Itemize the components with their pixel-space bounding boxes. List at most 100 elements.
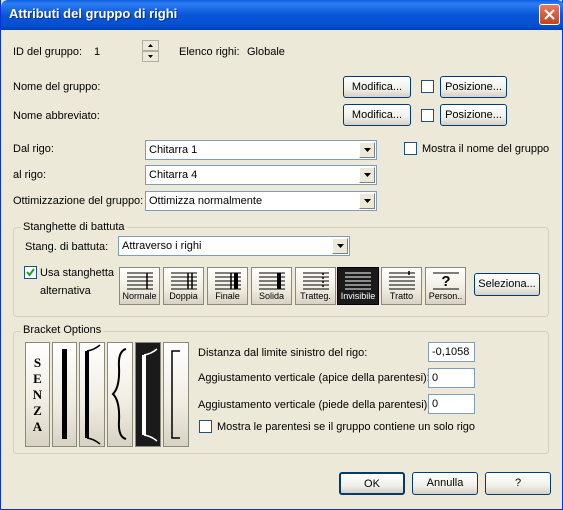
dialog-window: Attributi del gruppo di righi ID del gru… xyxy=(0,0,563,510)
bracket-standard-button[interactable] xyxy=(79,342,105,447)
barline-type-dropdown[interactable]: Attraverso i righi xyxy=(118,236,350,256)
curly-brace-icon xyxy=(111,348,127,440)
chevron-down-icon xyxy=(364,148,371,152)
spin-up-button[interactable] xyxy=(142,40,159,51)
spin-down-icon xyxy=(148,55,153,58)
short-name-position-checkbox[interactable] xyxy=(421,109,434,122)
optimization-label: Ottimizzazione del gruppo: xyxy=(13,195,144,207)
barline-final-button[interactable]: Finale xyxy=(207,267,248,305)
barlines-group-title: Stanghette di battuta xyxy=(21,221,127,233)
barline-solid-button[interactable]: Solida xyxy=(251,267,292,305)
group-name-position-button[interactable]: Posizione... xyxy=(440,76,507,98)
bracket-options-group-title: Bracket Options xyxy=(21,324,104,336)
final-barline-icon xyxy=(215,272,241,290)
distance-label: Distanza dal limite sinistro del rigo: xyxy=(198,347,368,359)
group-name-position-checkbox[interactable] xyxy=(421,80,434,93)
barline-tick-button[interactable]: Tratto xyxy=(381,267,422,305)
bracket-brace-button[interactable] xyxy=(107,342,133,447)
normal-barline-icon xyxy=(127,272,153,290)
single-staff-bracket-checkbox[interactable] xyxy=(199,420,212,433)
show-group-name-checkbox[interactable] xyxy=(404,142,417,155)
window-title: Attributi del gruppo di righi xyxy=(9,6,178,21)
chevron-down-icon xyxy=(364,173,371,177)
tick-barline-icon xyxy=(389,271,415,290)
help-button[interactable]: ? xyxy=(485,472,551,495)
bracket-thick-line-button[interactable] xyxy=(52,342,77,447)
group-id-value: 1 xyxy=(94,46,101,58)
barline-dashed-button[interactable]: Tratteg. xyxy=(295,267,336,305)
optimization-dropdown[interactable]: Ottimizza normalmente xyxy=(145,191,377,211)
group-name-edit-button[interactable]: Modifica... xyxy=(343,76,411,98)
title-bar[interactable]: Attributi del gruppo di righi xyxy=(1,0,563,30)
piano-bracket-icon xyxy=(142,348,158,442)
select-barline-button[interactable]: Seleziona... xyxy=(474,273,540,296)
to-staff-label: al rigo: xyxy=(13,169,47,181)
barline-normal-label: Normale xyxy=(122,291,157,301)
none-letter: Z xyxy=(33,403,42,418)
use-alternate-label-2: alternativa xyxy=(40,285,91,297)
solid-barline-icon xyxy=(259,272,285,290)
dropdown-arrow[interactable] xyxy=(332,238,348,254)
no-bracket-icon: S E N Z A xyxy=(26,355,49,435)
barline-normal-button[interactable]: Normale xyxy=(119,267,160,305)
barline-custom-label: Person.. xyxy=(428,291,463,301)
bracket-piano-button[interactable] xyxy=(135,342,161,447)
top-adjust-label: Aggiustamento verticale (apice della par… xyxy=(198,372,430,384)
group-id-spinner[interactable] xyxy=(142,40,159,62)
show-group-name-label: Mostra il nome del gruppo xyxy=(422,143,550,155)
ok-button[interactable]: OK xyxy=(339,472,405,495)
barline-tick-label: Tratto xyxy=(389,291,414,301)
barline-invisible-button[interactable]: Invisibile xyxy=(337,267,379,305)
staff-list-value: Globale xyxy=(247,46,285,58)
top-adjust-input[interactable]: 0 xyxy=(428,368,475,388)
distance-input[interactable]: -0,1058 xyxy=(428,342,475,362)
to-staff-dropdown[interactable]: Chitarra 4 xyxy=(145,165,377,185)
short-name-edit-button[interactable]: Modifica... xyxy=(343,104,411,126)
spin-down-button[interactable] xyxy=(142,51,159,62)
cancel-button[interactable]: Annulla xyxy=(412,472,478,495)
barline-dashed-label: Tratteg. xyxy=(300,291,331,301)
short-name-label: Nome abbreviato: xyxy=(13,110,100,122)
short-name-position-button[interactable]: Posizione... xyxy=(440,104,507,126)
bracket-icon xyxy=(85,344,101,445)
none-letter: S xyxy=(33,355,42,370)
group-name-label: Nome del gruppo: xyxy=(13,81,101,93)
bottom-adjust-input[interactable]: 0 xyxy=(428,394,475,414)
dropdown-arrow[interactable] xyxy=(359,193,375,209)
invisible-barline-icon xyxy=(345,272,371,290)
staff-list-label: Elenco righi: xyxy=(179,46,240,58)
barline-double-label: Doppia xyxy=(169,291,198,301)
barline-final-label: Finale xyxy=(215,291,240,301)
barline-custom-button[interactable]: ? Person.. xyxy=(425,267,466,305)
use-alternate-label-1: Usa stanghetta xyxy=(40,267,114,279)
barline-invisible-label: Invisibile xyxy=(340,291,376,301)
dropdown-arrow[interactable] xyxy=(359,167,375,183)
from-staff-dropdown[interactable]: Chitarra 1 xyxy=(145,140,377,160)
none-letter: E xyxy=(33,371,42,386)
bottom-adjust-label: Aggiustamento verticale (piede della par… xyxy=(198,399,431,411)
custom-barline-icon: ? xyxy=(433,272,459,290)
svg-text:?: ? xyxy=(441,273,450,290)
dropdown-arrow[interactable] xyxy=(359,142,375,158)
thin-bracket-icon xyxy=(171,350,180,439)
group-id-label: ID del gruppo: xyxy=(13,46,83,58)
double-barline-icon xyxy=(171,272,197,290)
close-icon xyxy=(544,9,555,20)
checkmark-icon xyxy=(26,268,35,277)
bracket-none-button[interactable]: S E N Z A xyxy=(25,342,50,447)
dashed-barline-icon xyxy=(303,272,329,290)
barline-type-value: Attraverso i righi xyxy=(122,240,202,252)
optimization-value: Ottimizza normalmente xyxy=(149,195,263,207)
close-button[interactable] xyxy=(539,4,560,25)
chevron-down-icon xyxy=(337,244,344,248)
thick-line-bracket-icon xyxy=(62,349,67,439)
none-letter: A xyxy=(32,419,43,434)
single-staff-bracket-label: Mostra le parentesi se il gruppo contien… xyxy=(217,421,476,433)
spin-up-icon xyxy=(148,44,153,47)
chevron-down-icon xyxy=(364,199,371,203)
bracket-thin-button[interactable] xyxy=(163,342,189,447)
from-staff-value: Chitarra 1 xyxy=(149,144,198,156)
use-alternate-barline-checkbox[interactable] xyxy=(24,266,37,279)
barline-double-button[interactable]: Doppia xyxy=(163,267,204,305)
to-staff-value: Chitarra 4 xyxy=(149,169,198,181)
